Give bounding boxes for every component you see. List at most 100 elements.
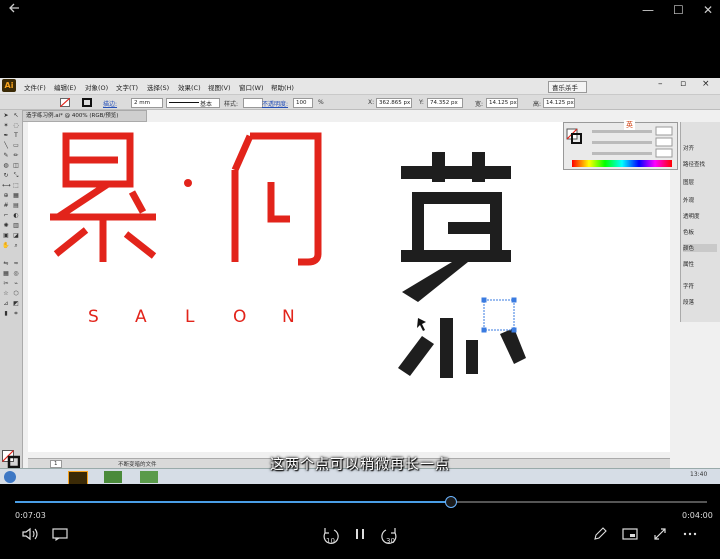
pen-tool-icon[interactable]: ✒ — [2, 132, 10, 139]
document-tab[interactable]: 造字练习例.ai* @ 400% (RGB/预览) — [22, 110, 147, 122]
workspace-switcher[interactable]: 喜乐杀手 — [548, 81, 587, 93]
crop-icon[interactable]: ⌗ — [12, 310, 20, 317]
star-tool-icon[interactable]: ☆ — [2, 290, 10, 297]
menu-effect[interactable]: 效果(C) — [178, 82, 201, 92]
rotate-tool-icon[interactable]: ↻ — [2, 172, 10, 179]
brush-basic-label[interactable]: 基本 — [200, 99, 212, 108]
minimize-button[interactable]: — — [642, 2, 654, 18]
menu-object[interactable]: 对象(O) — [85, 82, 108, 92]
panel-swatches[interactable]: 色板 — [683, 228, 694, 236]
menu-select[interactable]: 选择(S) — [147, 82, 169, 92]
color-panel[interactable]: 英 — [563, 120, 678, 170]
artwork-svg[interactable]: S A L O N — [28, 122, 670, 452]
panel-character[interactable]: 字符 — [683, 282, 694, 290]
blend-tool-icon[interactable]: ◐ — [12, 212, 20, 219]
menu-window[interactable]: 窗口(W) — [239, 82, 264, 92]
close-button[interactable]: ✕ — [703, 2, 713, 18]
back-button[interactable] — [8, 2, 20, 18]
glyph1-right-sweep — [123, 231, 157, 259]
scissors-icon[interactable]: ✂ — [2, 280, 10, 287]
opacity-label[interactable]: 不透明度: — [262, 99, 288, 108]
subtitles-button[interactable] — [50, 527, 70, 546]
stroke-label[interactable]: 描边: — [103, 99, 117, 108]
style-select[interactable] — [243, 98, 263, 108]
slider-track-2 — [592, 141, 652, 144]
panel-paragraph[interactable]: 段落 — [683, 298, 694, 306]
opacity-field[interactable]: 100 — [293, 98, 313, 108]
free-transform-icon[interactable]: ⬚ — [12, 182, 20, 189]
stroke-weight-field[interactable]: 2 mm — [131, 98, 163, 108]
gradient-tool-icon[interactable]: ▤ — [12, 202, 20, 209]
shape-builder-icon[interactable]: ⊕ — [2, 192, 10, 199]
symbol-sprayer-icon[interactable]: ✺ — [2, 222, 10, 229]
zoom-tool-icon[interactable]: ⌕ — [12, 242, 20, 249]
color-panel-svg[interactable] — [564, 123, 677, 169]
menu-file[interactable]: 文件(F) — [24, 82, 46, 92]
mesh-tool-icon[interactable]: # — [2, 202, 10, 209]
live-paint-icon[interactable]: ◩ — [12, 300, 20, 307]
window-restore-button[interactable]: ▫ — [680, 79, 686, 89]
video-frame[interactable]: Ai 文件(F) 编辑(E) 对象(O) 文字(T) 选择(S) 效果(C) 视… — [0, 78, 720, 484]
fill-swatch-icon[interactable] — [60, 98, 70, 107]
fullscreen-button[interactable] — [650, 527, 670, 546]
skip-back-button[interactable]: 10 — [320, 527, 340, 550]
selection-handle-tl — [481, 297, 487, 303]
reflect-tool-icon[interactable]: ⇋ — [2, 260, 10, 267]
width-tool-icon[interactable]: ⟷ — [2, 182, 11, 189]
direct-selection-tool-icon[interactable]: ↖ — [12, 112, 20, 119]
edit-button[interactable] — [590, 527, 610, 546]
y-field[interactable]: 74.352 px — [427, 98, 463, 108]
scale-tool-icon[interactable]: ⤡ — [12, 172, 20, 179]
column-graph-icon[interactable]: ▮ — [2, 310, 10, 317]
skip-forward-button[interactable]: 30 — [380, 527, 400, 550]
polygon-tool-icon[interactable]: ⬡ — [12, 290, 20, 297]
type-tool-icon[interactable]: T — [12, 132, 20, 139]
panel-layers[interactable]: 图层 — [683, 178, 694, 186]
panel-pathfinder[interactable]: 路径查找 — [683, 160, 705, 168]
volume-button[interactable] — [20, 527, 40, 546]
more-options-button[interactable] — [680, 527, 700, 546]
width-field[interactable]: 14.125 px — [486, 98, 518, 108]
height-label: 高: — [533, 101, 542, 108]
maximize-button[interactable]: ☐ — [673, 2, 684, 18]
progress-thumb[interactable] — [444, 496, 457, 508]
panel-color[interactable]: 颜色 — [683, 244, 717, 252]
panel-align[interactable]: 对齐 — [683, 144, 694, 152]
menu-help[interactable]: 帮助(H) — [271, 82, 294, 92]
polar-grid-icon[interactable]: ◎ — [12, 270, 20, 277]
brush-tool-icon[interactable]: ✎ — [2, 152, 10, 159]
x-field[interactable]: 362.865 px — [376, 98, 412, 108]
ime-indicator[interactable]: 英 — [624, 120, 635, 130]
eyedropper-icon[interactable]: ⌐ — [2, 212, 10, 219]
artboard-tool-icon[interactable]: ▣ — [2, 232, 10, 239]
window-minimize-button[interactable]: – — [658, 79, 663, 89]
hand-tool-icon[interactable]: ✋ — [2, 242, 10, 249]
graph-tool-icon[interactable]: ▥ — [12, 222, 20, 229]
stroke-swatch-icon[interactable] — [82, 98, 92, 107]
artboard-canvas[interactable]: S A L O N — [28, 122, 670, 452]
height-field[interactable]: 14.125 px — [543, 98, 575, 108]
panel-appearance[interactable]: 外观 — [683, 196, 694, 204]
pencil-tool-icon[interactable]: ✏ — [12, 152, 20, 159]
selection-tool-icon[interactable]: ➤ — [2, 112, 10, 119]
window-close-button[interactable]: × — [702, 79, 710, 89]
panel-attributes[interactable]: 属性 — [683, 260, 694, 268]
lasso-icon[interactable]: ◌ — [12, 122, 20, 129]
measure-tool-icon[interactable]: ⊿ — [2, 300, 10, 307]
rectangle-tool-icon[interactable]: ▭ — [12, 142, 20, 149]
pause-button[interactable] — [350, 527, 370, 546]
warp-tool-icon[interactable]: ≈ — [12, 260, 20, 267]
panel-transparency[interactable]: 透明度 — [683, 212, 700, 220]
mini-view-button[interactable] — [620, 527, 640, 546]
perspective-grid-icon[interactable]: ▦ — [12, 192, 20, 199]
slice-tool-icon[interactable]: ◪ — [12, 232, 20, 239]
knife-icon[interactable]: ⌁ — [12, 280, 20, 287]
eraser-tool-icon[interactable]: ◫ — [12, 162, 20, 169]
menu-edit[interactable]: 编辑(E) — [54, 82, 76, 92]
blob-brush-icon[interactable]: ◍ — [2, 162, 10, 169]
rect-grid-icon[interactable]: ▦ — [2, 270, 10, 277]
magic-wand-icon[interactable]: ✶ — [2, 122, 10, 129]
line-tool-icon[interactable]: ╲ — [2, 142, 10, 149]
menu-view[interactable]: 视图(V) — [208, 82, 231, 92]
menu-type[interactable]: 文字(T) — [116, 82, 138, 92]
